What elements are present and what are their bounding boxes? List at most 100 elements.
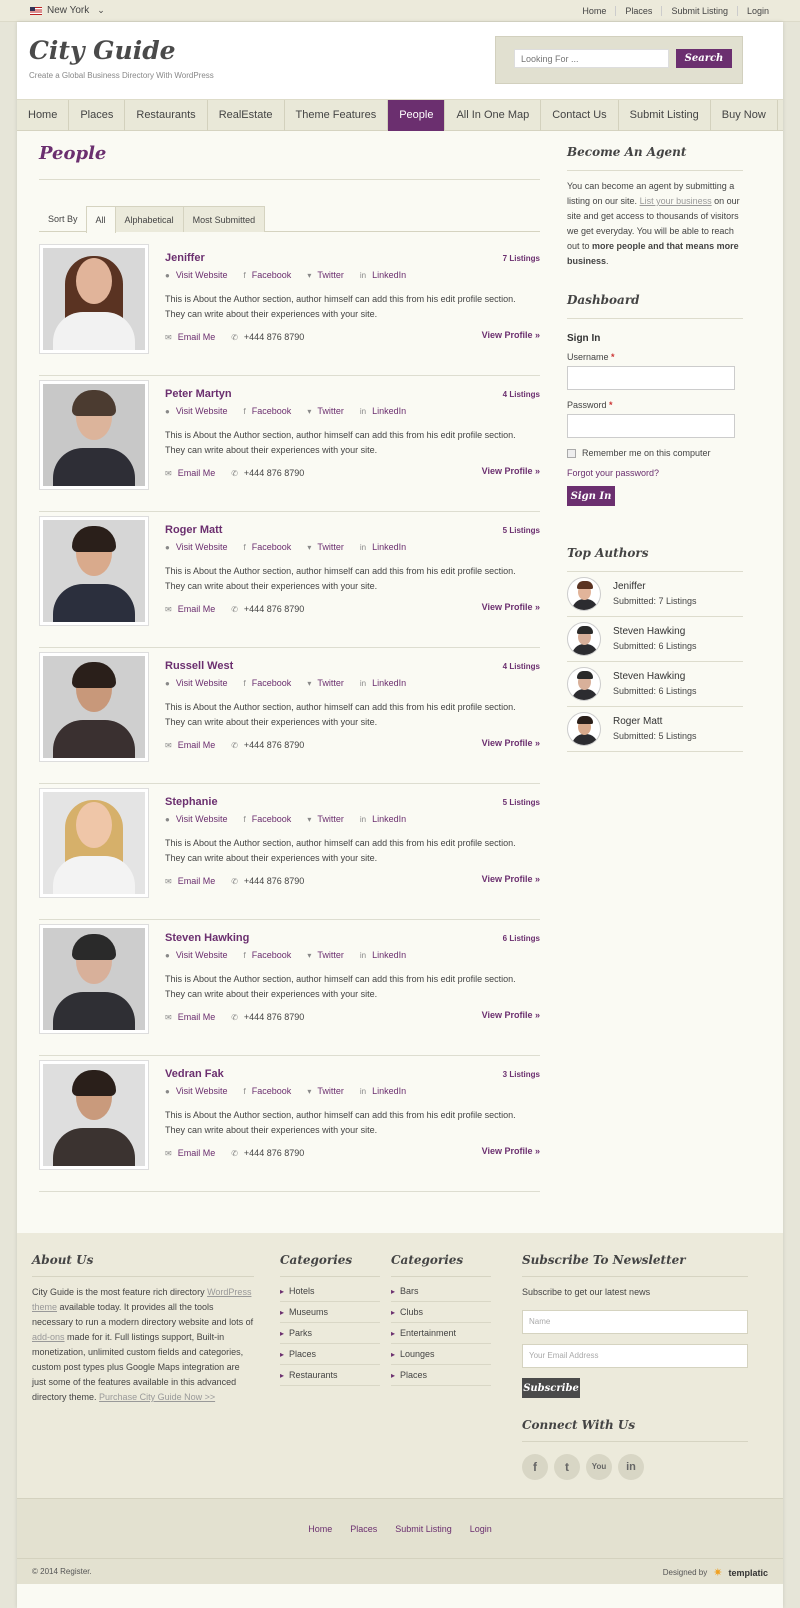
listing-count[interactable]: 7 Listings: [503, 254, 540, 263]
nav-submit-listing[interactable]: Submit Listing: [619, 100, 711, 131]
facebook-link[interactable]: f Facebook: [244, 678, 292, 688]
category-item[interactable]: Hotels: [280, 1281, 380, 1302]
top-link-submit[interactable]: Submit Listing: [661, 6, 737, 16]
person-name[interactable]: Stephanie: [165, 796, 218, 808]
footer-link-home[interactable]: Home: [308, 1524, 332, 1534]
username-field[interactable]: [567, 366, 735, 390]
twitter-link[interactable]: ▾ Twitter: [307, 542, 344, 552]
sort-tab-all[interactable]: All: [85, 206, 116, 233]
email-me-link[interactable]: ✉ Email Me: [165, 740, 215, 750]
sort-tab-alphabetical[interactable]: Alphabetical: [114, 206, 184, 232]
nav-places[interactable]: Places: [69, 100, 126, 131]
view-profile-link[interactable]: View Profile »: [482, 1146, 540, 1156]
category-item[interactable]: Bars: [391, 1281, 491, 1302]
category-item[interactable]: Places: [280, 1344, 380, 1365]
linkedin-link[interactable]: in LinkedIn: [360, 406, 406, 416]
person-photo[interactable]: [39, 1060, 149, 1170]
view-profile-link[interactable]: View Profile »: [482, 1010, 540, 1020]
email-me-link[interactable]: ✉ Email Me: [165, 332, 215, 342]
remember-checkbox[interactable]: [567, 448, 576, 458]
city-selector[interactable]: New York ⌄: [30, 5, 105, 16]
person-name[interactable]: Vedran Fak: [165, 1068, 224, 1080]
person-photo[interactable]: [39, 924, 149, 1034]
password-field[interactable]: [567, 414, 735, 438]
email-me-link[interactable]: ✉ Email Me: [165, 1012, 215, 1022]
linkedin-link[interactable]: in LinkedIn: [360, 814, 406, 824]
listing-count[interactable]: 4 Listings: [503, 662, 540, 671]
search-input[interactable]: [514, 49, 669, 68]
search-button[interactable]: Search: [676, 49, 732, 68]
author-name[interactable]: Steven Hawking: [613, 624, 697, 639]
sort-tab-most-submitted[interactable]: Most Submitted: [182, 206, 266, 232]
author-name[interactable]: Jeniffer: [613, 579, 697, 594]
visit-website-link[interactable]: ● Visit Website: [165, 406, 228, 416]
listing-count[interactable]: 3 Listings: [503, 1070, 540, 1079]
person-name[interactable]: Roger Matt: [165, 524, 222, 536]
person-name[interactable]: Jeniffer: [165, 252, 205, 264]
listing-count[interactable]: 5 Listings: [503, 526, 540, 535]
person-photo[interactable]: [39, 652, 149, 762]
facebook-link[interactable]: f Facebook: [244, 950, 292, 960]
author-name[interactable]: Roger Matt: [613, 714, 697, 729]
linkedin-icon[interactable]: in: [618, 1454, 644, 1480]
person-name[interactable]: Steven Hawking: [165, 932, 249, 944]
nav-contact[interactable]: Contact Us: [541, 100, 619, 131]
linkedin-link[interactable]: in LinkedIn: [360, 678, 406, 688]
person-name[interactable]: Peter Martyn: [165, 388, 232, 400]
facebook-link[interactable]: f Facebook: [244, 542, 292, 552]
email-me-link[interactable]: ✉ Email Me: [165, 876, 215, 886]
category-item[interactable]: Lounges: [391, 1344, 491, 1365]
person-photo[interactable]: [39, 516, 149, 626]
facebook-link[interactable]: f Facebook: [244, 406, 292, 416]
twitter-link[interactable]: ▾ Twitter: [307, 950, 344, 960]
listing-count[interactable]: 6 Listings: [503, 934, 540, 943]
author-name[interactable]: Steven Hawking: [613, 669, 697, 684]
forgot-password-link[interactable]: Forgot your password?: [567, 468, 743, 478]
email-me-link[interactable]: ✉ Email Me: [165, 468, 215, 478]
newsletter-name-input[interactable]: Name: [522, 1310, 748, 1334]
facebook-link[interactable]: f Facebook: [244, 814, 292, 824]
top-link-places[interactable]: Places: [615, 6, 661, 16]
nav-restaurants[interactable]: Restaurants: [125, 100, 208, 131]
email-me-link[interactable]: ✉ Email Me: [165, 1148, 215, 1158]
person-name[interactable]: Russell West: [165, 660, 233, 672]
newsletter-email-input[interactable]: Your Email Address: [522, 1344, 748, 1368]
linkedin-link[interactable]: in LinkedIn: [360, 542, 406, 552]
category-item[interactable]: Museums: [280, 1302, 380, 1323]
nav-home[interactable]: Home: [17, 100, 70, 131]
subscribe-button[interactable]: Subscribe: [522, 1378, 580, 1398]
visit-website-link[interactable]: ● Visit Website: [165, 678, 228, 688]
twitter-link[interactable]: ▾ Twitter: [307, 678, 344, 688]
site-logo[interactable]: City Guide: [29, 36, 176, 65]
top-author-item[interactable]: Steven Hawking Submitted: 6 Listings: [567, 662, 743, 707]
twitter-link[interactable]: ▾ Twitter: [307, 1086, 344, 1096]
visit-website-link[interactable]: ● Visit Website: [165, 542, 228, 552]
visit-website-link[interactable]: ● Visit Website: [165, 270, 228, 280]
facebook-link[interactable]: f Facebook: [244, 1086, 292, 1096]
nav-theme-features[interactable]: Theme Features: [285, 100, 389, 131]
category-item[interactable]: Clubs: [391, 1302, 491, 1323]
facebook-link[interactable]: f Facebook: [244, 270, 292, 280]
listing-count[interactable]: 5 Listings: [503, 798, 540, 807]
footer-link-login[interactable]: Login: [470, 1524, 492, 1534]
footer-link-places[interactable]: Places: [350, 1524, 377, 1534]
category-item[interactable]: Restaurants: [280, 1365, 380, 1386]
view-profile-link[interactable]: View Profile »: [482, 330, 540, 340]
view-profile-link[interactable]: View Profile »: [482, 874, 540, 884]
top-author-item[interactable]: Steven Hawking Submitted: 6 Listings: [567, 617, 743, 662]
visit-website-link[interactable]: ● Visit Website: [165, 1086, 228, 1096]
visit-website-link[interactable]: ● Visit Website: [165, 814, 228, 824]
person-photo[interactable]: [39, 244, 149, 354]
category-item[interactable]: Places: [391, 1365, 491, 1386]
view-profile-link[interactable]: View Profile »: [482, 738, 540, 748]
listing-count[interactable]: 4 Listings: [503, 390, 540, 399]
nav-realestate[interactable]: RealEstate: [208, 100, 285, 131]
email-me-link[interactable]: ✉ Email Me: [165, 604, 215, 614]
twitter-link[interactable]: ▾ Twitter: [307, 406, 344, 416]
linkedin-link[interactable]: in LinkedIn: [360, 1086, 406, 1096]
twitter-link[interactable]: ▾ Twitter: [307, 270, 344, 280]
view-profile-link[interactable]: View Profile »: [482, 466, 540, 476]
top-author-item[interactable]: Jeniffer Submitted: 7 Listings: [567, 572, 743, 617]
youtube-icon[interactable]: You: [586, 1454, 612, 1480]
signin-button[interactable]: Sign In: [567, 486, 615, 506]
